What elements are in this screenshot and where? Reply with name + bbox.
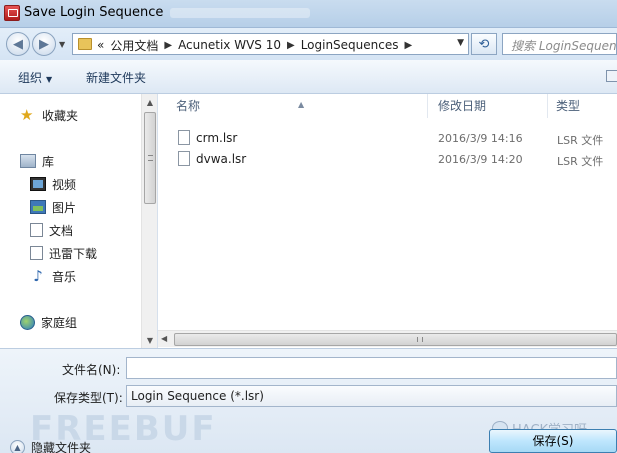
organize-label: 组织 xyxy=(18,71,43,85)
organize-menu[interactable]: 组织 ▼ xyxy=(18,69,52,86)
scrollbar-thumb[interactable] xyxy=(174,333,617,346)
download-folder-icon xyxy=(30,246,43,260)
file-name-cell: dvwa.lsr xyxy=(178,151,246,166)
sidebar-vertical-scrollbar[interactable]: ▲ ▼ xyxy=(141,94,157,348)
file-date: 2016/3/9 14:16 xyxy=(438,132,523,145)
command-bar: 组织 ▼ 新建文件夹 xyxy=(0,60,617,94)
filetype-value: Login Sequence (*.lsr) xyxy=(131,389,264,403)
sidebar-item-documents[interactable]: 文档 xyxy=(30,221,73,239)
sidebar-item-thunder-downloads[interactable]: 迅雷下载 xyxy=(30,244,97,262)
star-icon: ★ xyxy=(20,106,34,124)
breadcrumb: « 公用文档 ▶ Acunetix WVS 10 ▶ LoginSequence… xyxy=(97,36,412,54)
title-bar[interactable]: Save Login Sequence xyxy=(0,0,617,28)
search-placeholder: 搜索 LoginSequences xyxy=(511,39,617,53)
breadcrumb-separator-icon[interactable]: ▶ xyxy=(405,40,413,51)
navigation-pane: ★ 收藏夹 库 视频 图片 文档 迅雷下载 ♪ 音乐 家庭组 ▲ ▼ xyxy=(0,94,158,348)
column-header-type[interactable]: 类型 xyxy=(548,94,617,118)
filename-input[interactable] xyxy=(126,357,617,379)
forward-button[interactable]: ▶ xyxy=(32,32,56,56)
sidebar-item-favorites[interactable]: ★ 收藏夹 xyxy=(20,106,78,124)
window-title: Save Login Sequence xyxy=(24,5,164,20)
sidebar-item-music[interactable]: ♪ 音乐 xyxy=(30,267,76,285)
sidebar-item-homegroup[interactable]: 家庭组 xyxy=(20,313,77,331)
breadcrumb-separator-icon[interactable]: ▶ xyxy=(164,40,172,51)
sidebar-item-label: 收藏夹 xyxy=(42,108,79,123)
breadcrumb-public-docs[interactable]: 公用文档 xyxy=(110,37,158,54)
file-name: dvwa.lsr xyxy=(196,151,247,166)
sidebar-item-label: 音乐 xyxy=(52,269,77,284)
grip-icon xyxy=(148,155,153,161)
save-form: 文件名(N): 保存类型(T): Login Sequence (*.lsr) … xyxy=(0,348,617,453)
refresh-icon: ⟲ xyxy=(478,36,490,52)
save-button[interactable]: 保存(S) xyxy=(489,429,617,453)
hide-folders-toggle[interactable]: ▲ 隐藏文件夹 xyxy=(10,439,91,453)
title-bar-ghost xyxy=(170,8,310,18)
app-icon xyxy=(4,5,20,21)
scrollbar-thumb[interactable] xyxy=(144,112,156,204)
sidebar-item-libraries[interactable]: 库 xyxy=(20,152,54,170)
picture-icon xyxy=(30,200,46,214)
breadcrumb-acunetix[interactable]: Acunetix WVS 10 xyxy=(178,38,281,52)
homegroup-icon xyxy=(20,314,35,330)
chevron-up-icon: ▲ xyxy=(10,440,25,453)
scroll-left-icon[interactable]: ◀ xyxy=(161,334,167,343)
arrow-right-icon: ▶ xyxy=(39,36,49,52)
file-list: 名称 ▲ 修改日期 类型 crm.lsr 2016/3/9 14:16 LSR … xyxy=(158,94,617,348)
filetype-select[interactable]: Login Sequence (*.lsr) xyxy=(126,385,617,407)
scroll-up-icon[interactable]: ▲ xyxy=(142,94,158,110)
file-row[interactable]: dvwa.lsr 2016/3/9 14:20 LSR 文件 xyxy=(158,149,617,169)
file-icon xyxy=(178,151,190,166)
file-icon xyxy=(178,130,190,145)
sidebar-item-videos[interactable]: 视频 xyxy=(30,175,76,193)
column-header-label: 修改日期 xyxy=(438,99,487,113)
sidebar-item-label: 库 xyxy=(42,154,55,169)
column-header-label: 名称 xyxy=(176,99,201,113)
filetype-label: 保存类型(T): xyxy=(54,391,123,405)
breadcrumb-overflow[interactable]: « xyxy=(97,38,104,52)
hide-folders-label: 隐藏文件夹 xyxy=(31,441,92,453)
sidebar-item-label: 图片 xyxy=(52,200,77,215)
search-input[interactable]: 搜索 LoginSequences xyxy=(502,33,617,55)
video-icon xyxy=(30,177,46,191)
arrow-left-icon: ◀ xyxy=(13,36,23,52)
column-header-label: 类型 xyxy=(556,99,581,113)
address-row: ◀ ▶ ▼ « 公用文档 ▶ Acunetix WVS 10 ▶ LoginSe… xyxy=(0,28,617,60)
address-dropdown-icon[interactable]: ▼ xyxy=(457,38,464,48)
new-folder-button[interactable]: 新建文件夹 xyxy=(86,69,146,86)
sort-ascending-icon: ▲ xyxy=(298,100,305,109)
filename-label: 文件名(N): xyxy=(62,363,121,377)
sidebar-item-pictures[interactable]: 图片 xyxy=(30,198,76,216)
view-options-icon[interactable] xyxy=(606,70,617,82)
column-header-date[interactable]: 修改日期 xyxy=(428,94,548,118)
folder-icon xyxy=(78,38,92,50)
breadcrumb-loginsequences[interactable]: LoginSequences xyxy=(301,38,399,52)
chevron-down-icon: ▼ xyxy=(46,75,53,84)
back-button[interactable]: ◀ xyxy=(6,32,30,56)
sidebar-item-label: 视频 xyxy=(52,177,77,192)
music-note-icon: ♪ xyxy=(33,267,43,285)
file-name: crm.lsr xyxy=(196,130,238,145)
sidebar-item-label: 迅雷下载 xyxy=(49,246,98,261)
file-name-cell: crm.lsr xyxy=(178,130,237,145)
scroll-down-icon[interactable]: ▼ xyxy=(142,332,158,348)
document-icon xyxy=(30,223,43,237)
file-date: 2016/3/9 14:20 xyxy=(438,153,523,166)
file-row[interactable]: crm.lsr 2016/3/9 14:16 LSR 文件 xyxy=(158,128,617,148)
sidebar-item-label: 家庭组 xyxy=(41,315,78,330)
file-list-horizontal-scrollbar[interactable]: ◀ xyxy=(158,330,617,347)
grip-icon xyxy=(417,337,423,342)
file-type: LSR 文件 xyxy=(557,155,604,168)
breadcrumb-separator-icon[interactable]: ▶ xyxy=(287,40,295,51)
file-type: LSR 文件 xyxy=(557,134,604,147)
library-icon xyxy=(20,154,36,168)
address-bar[interactable]: « 公用文档 ▶ Acunetix WVS 10 ▶ LoginSequence… xyxy=(72,33,469,55)
sidebar-item-label: 文档 xyxy=(49,223,74,238)
refresh-button[interactable]: ⟲ xyxy=(471,33,497,55)
column-header-name[interactable]: 名称 ▲ xyxy=(158,94,428,118)
recent-pages-dropdown[interactable]: ▼ xyxy=(59,40,65,49)
